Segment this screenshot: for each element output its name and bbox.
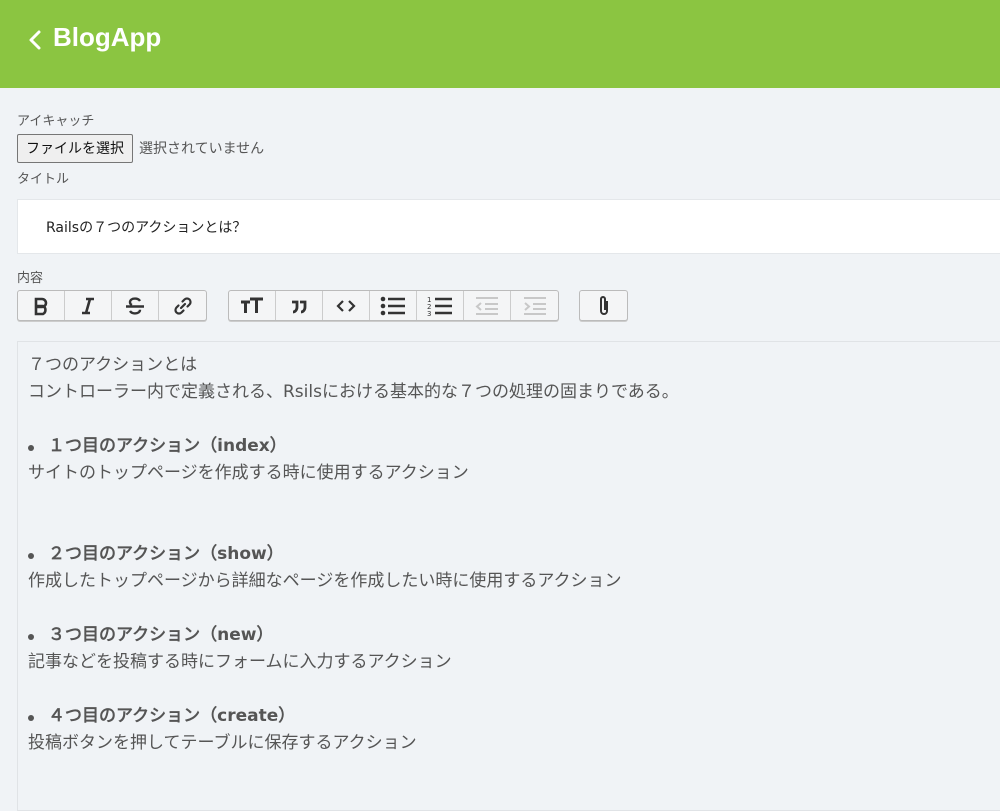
list-item: １つ目のアクション（index）: [28, 433, 1000, 460]
app-header: BlogApp: [0, 0, 1000, 88]
action-list-1: １つ目のアクション（index）: [28, 433, 1000, 460]
text-format-toolbar: [17, 290, 229, 321]
attach-file-button[interactable]: [580, 291, 627, 320]
bullet-list-button[interactable]: [370, 291, 417, 320]
list-item-description: サイトのトップページを作成する時に使用するアクション: [28, 463, 469, 483]
bold-icon: [34, 297, 48, 315]
list-item: ３つ目のアクション（new）: [28, 622, 1000, 649]
italic-icon: [82, 297, 94, 314]
bullet-list-icon: [380, 296, 405, 315]
quote-icon: [292, 300, 307, 313]
list-item-description: 投稿ボタンを押してテーブルに保存するアクション: [28, 733, 417, 753]
code-icon: [336, 299, 356, 312]
eyecatch-label: アイキャッチ: [17, 114, 95, 129]
app-title: BlogApp: [53, 22, 162, 52]
increase-indent-button[interactable]: [511, 291, 558, 320]
file-tools-toolbar: [579, 290, 650, 321]
italic-button[interactable]: [65, 291, 112, 320]
link-button[interactable]: [159, 291, 206, 320]
link-icon: [173, 296, 192, 315]
list-item-description: 記事などを投稿する時にフォームに入力するアクション: [28, 652, 452, 672]
intro-text: コントローラー内で定義される、Rsilsにおける基本的な７つの処理の固まりである…: [28, 382, 679, 402]
toolbar-group-block-tools: 1 2 3: [228, 290, 559, 321]
toolbar-group-text-attributes: [17, 290, 207, 321]
content-editor[interactable]: ７つのアクションとは コントローラー内で定義される、Rsilsにおける基本的な７…: [17, 341, 1000, 811]
chevron-left-icon[interactable]: [26, 28, 46, 52]
action-list-3: ３つ目のアクション（new）: [28, 622, 1000, 649]
strikethrough-icon: [126, 296, 144, 315]
bold-button[interactable]: [18, 291, 65, 320]
numbered-list-button[interactable]: 1 2 3: [417, 291, 464, 320]
code-button[interactable]: [323, 291, 370, 320]
choose-file-button[interactable]: ファイルを選択: [17, 133, 133, 163]
file-status: 選択されていません: [139, 141, 265, 157]
increase-indent-icon: [523, 296, 546, 315]
list-item-description: 作成したトップページから詳細なページを作成したい時に使用するアクション: [28, 571, 622, 591]
attachment-icon: [599, 295, 608, 315]
list-item: ２つ目のアクション（show）: [28, 541, 1000, 568]
decrease-indent-button[interactable]: [464, 291, 511, 320]
strikethrough-button[interactable]: [112, 291, 159, 320]
numbered-list-icon: 1 2 3: [427, 296, 452, 317]
content-label: 内容: [17, 271, 44, 286]
svg-text:3: 3: [427, 310, 431, 317]
block-format-toolbar: 1 2 3: [228, 290, 581, 321]
toolbar-group-file-tools: [579, 290, 628, 321]
quote-button[interactable]: [276, 291, 323, 320]
title-label: タイトル: [17, 172, 70, 187]
title-input[interactable]: [17, 199, 1000, 254]
intro-heading: ７つのアクションとは: [28, 355, 198, 375]
heading-icon: [241, 297, 263, 313]
list-item: ４つ目のアクション（create）: [28, 703, 1000, 730]
decrease-indent-icon: [475, 296, 498, 315]
heading-button[interactable]: [229, 291, 276, 320]
file-input: ファイルを選択 選択されていません: [17, 133, 264, 163]
action-list-4: ４つ目のアクション（create）: [28, 703, 1000, 730]
action-list-2: ２つ目のアクション（show）: [28, 541, 1000, 568]
